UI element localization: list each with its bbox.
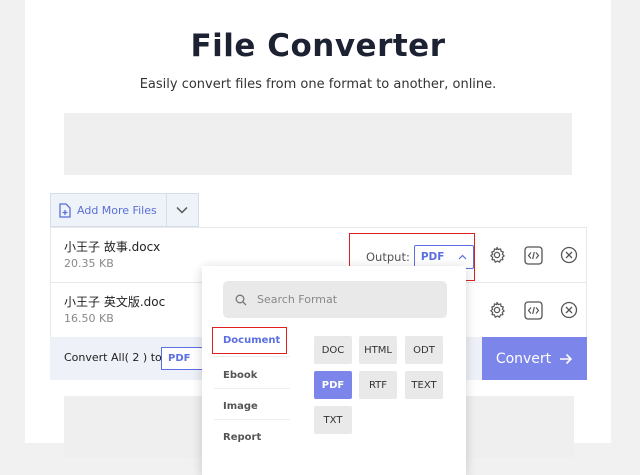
- category-document[interactable]: Document: [212, 327, 287, 354]
- format-dropdown: Search Format Document Ebook Image Repor…: [202, 266, 466, 475]
- ad-banner-top: [64, 113, 572, 175]
- file-size: 16.50 KB: [64, 312, 114, 325]
- category-divider: [214, 356, 290, 357]
- close-circle-icon[interactable]: [559, 245, 579, 265]
- arrow-right-icon: [560, 353, 573, 364]
- category-label: Document: [223, 335, 281, 346]
- file-name: 小王子 故事.docx: [64, 240, 161, 254]
- file-plus-icon: [59, 202, 71, 218]
- format-search-placeholder: Search Format: [257, 293, 338, 306]
- category-image[interactable]: Image: [223, 401, 258, 412]
- category-divider: [214, 419, 290, 420]
- page-title: File Converter: [190, 28, 446, 64]
- format-option-doc[interactable]: DOC: [314, 336, 352, 364]
- gear-icon[interactable]: [487, 245, 507, 265]
- category-divider: [214, 388, 290, 389]
- convert-all-format-select[interactable]: PDF: [161, 347, 206, 370]
- category-report[interactable]: Report: [223, 432, 261, 443]
- format-option-html[interactable]: HTML: [359, 336, 397, 364]
- add-more-files-label: Add More Files: [77, 203, 157, 217]
- output-label: Output:: [366, 250, 410, 264]
- close-circle-icon[interactable]: [559, 300, 579, 320]
- add-more-files-button[interactable]: Add More Files: [50, 193, 167, 227]
- file-toolbar: Add More Files: [50, 193, 199, 227]
- gear-icon[interactable]: [487, 300, 507, 320]
- chevron-down-icon: [176, 206, 188, 214]
- category-ebook[interactable]: Ebook: [223, 370, 257, 381]
- file-size: 20.35 KB: [64, 257, 114, 270]
- format-option-odt[interactable]: ODT: [405, 336, 443, 364]
- file-name: 小王子 英文版.doc: [64, 295, 166, 309]
- search-icon: [235, 294, 247, 305]
- format-option-rtf[interactable]: RTF: [359, 371, 397, 399]
- convert-all-label: Convert All( 2 ) to:: [64, 351, 166, 364]
- format-option-pdf[interactable]: PDF: [314, 371, 352, 399]
- convert-button[interactable]: Convert: [482, 337, 587, 380]
- code-icon[interactable]: [523, 300, 543, 320]
- format-option-text[interactable]: TEXT: [405, 371, 443, 399]
- format-search-input[interactable]: Search Format: [223, 281, 447, 318]
- page-subtitle: Easily convert files from one format to …: [139, 77, 497, 92]
- format-option-txt[interactable]: TXT: [314, 406, 352, 434]
- add-source-dropdown-button[interactable]: [166, 193, 199, 227]
- output-format-value: PDF: [420, 251, 445, 263]
- convert-button-label: Convert: [495, 350, 552, 367]
- code-icon[interactable]: [523, 245, 543, 265]
- chevron-up-icon: [458, 254, 467, 260]
